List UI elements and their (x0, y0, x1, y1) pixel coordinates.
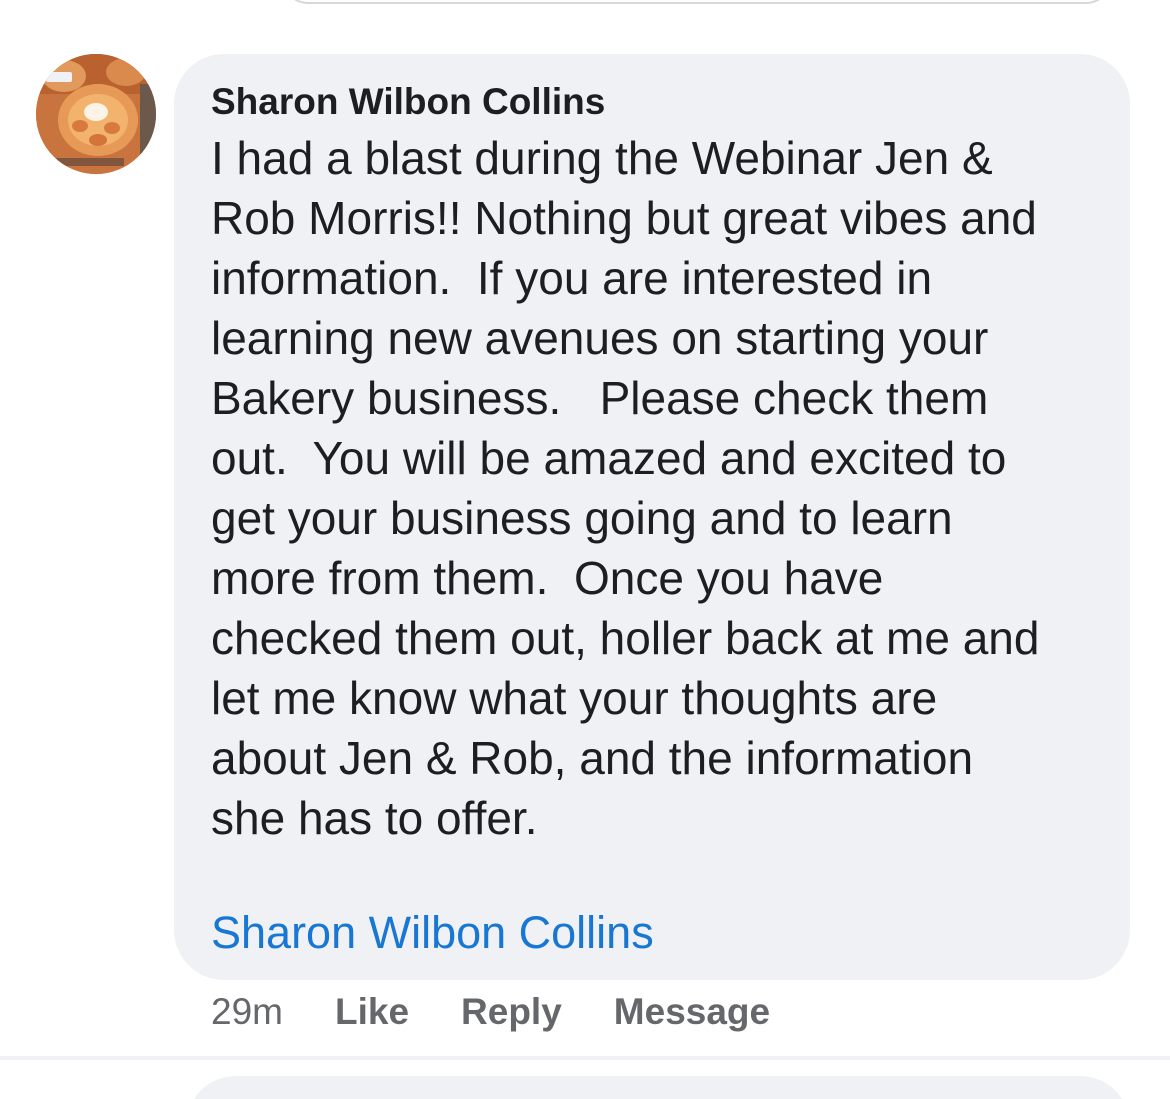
pastry-photo-icon (36, 54, 156, 174)
comment-line: Bakery business. Please check them (211, 372, 989, 424)
comment-line: checked them out, holler back at me and (211, 612, 1040, 664)
tagged-user-link[interactable]: Sharon Wilbon Collins (211, 905, 654, 961)
comment-line: learning new avenues on starting your (211, 312, 989, 364)
reply-button[interactable]: Reply (461, 991, 562, 1033)
comment-timestamp: 29m (211, 991, 283, 1032)
avatar[interactable] (36, 54, 156, 174)
comment-line: she has to offer. (211, 792, 538, 844)
comment-body: I had a blast during the Webinar Jen & R… (211, 128, 1111, 848)
like-button[interactable]: Like (335, 991, 409, 1033)
message-button[interactable]: Message (614, 991, 770, 1033)
next-comment-bubble (186, 1076, 1130, 1099)
comment-line: out. You will be amazed and excited to (211, 432, 1007, 484)
comment-line: I had a blast during the Webinar Jen & (211, 132, 993, 184)
comment-thread: Sharon Wilbon Collins I had a blast duri… (0, 0, 1170, 1099)
comment-line: Rob Morris!! Nothing but great vibes and (211, 192, 1037, 244)
comment-line: about Jen & Rob, and the information (211, 732, 974, 784)
comment-line: get your business going and to learn (211, 492, 953, 544)
comment-line: information. If you are interested in (211, 252, 933, 304)
comment-divider (0, 1056, 1170, 1060)
comment-author-name[interactable]: Sharon Wilbon Collins (211, 80, 605, 124)
previous-comment-bubble (282, 0, 1112, 4)
comment-line: let me know what your thoughts are (211, 672, 938, 724)
comment-actions: 29m Like Reply Message (211, 990, 770, 1034)
comment-line: more from them. Once you have (211, 552, 884, 604)
